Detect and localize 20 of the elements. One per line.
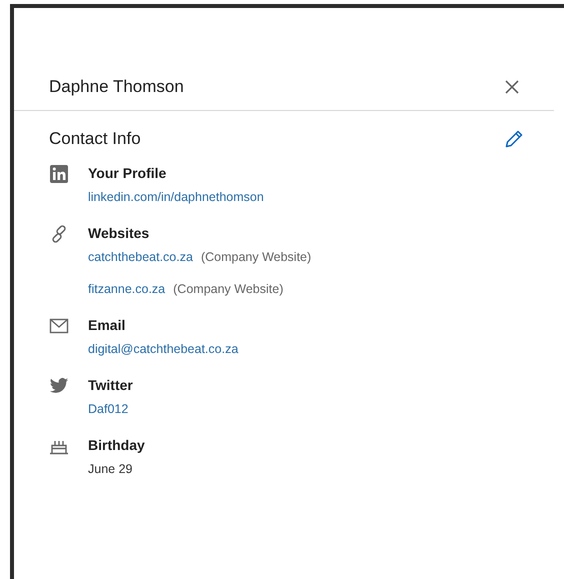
- field-label: Email: [88, 316, 126, 335]
- field-label: Birthday: [88, 436, 145, 455]
- envelope-icon: [49, 316, 69, 336]
- contact-link[interactable]: Daf012: [88, 401, 128, 417]
- pencil-icon: [504, 129, 524, 149]
- field-label: Websites: [88, 224, 150, 243]
- contact-link[interactable]: fitzanne.co.za: [88, 281, 166, 297]
- contact-link[interactable]: linkedin.com/in/daphnethomson: [88, 189, 264, 205]
- section-title: Contact Info: [49, 129, 141, 149]
- close-icon: [504, 79, 520, 95]
- link-note: (Company Website): [173, 281, 284, 297]
- contact-link[interactable]: digital@catchthebeat.co.za: [88, 341, 238, 357]
- link-note: (Company Website): [200, 249, 312, 265]
- in-logo-icon: [49, 164, 69, 184]
- field-label: Your Profile: [88, 164, 168, 183]
- bird-icon: [49, 376, 69, 396]
- contact-link[interactable]: catchthebeat.co.za: [88, 249, 193, 265]
- dialog-title: Daphne Thomson: [49, 77, 184, 97]
- field-label: Twitter: [88, 376, 133, 395]
- field-value: June 29: [88, 461, 132, 477]
